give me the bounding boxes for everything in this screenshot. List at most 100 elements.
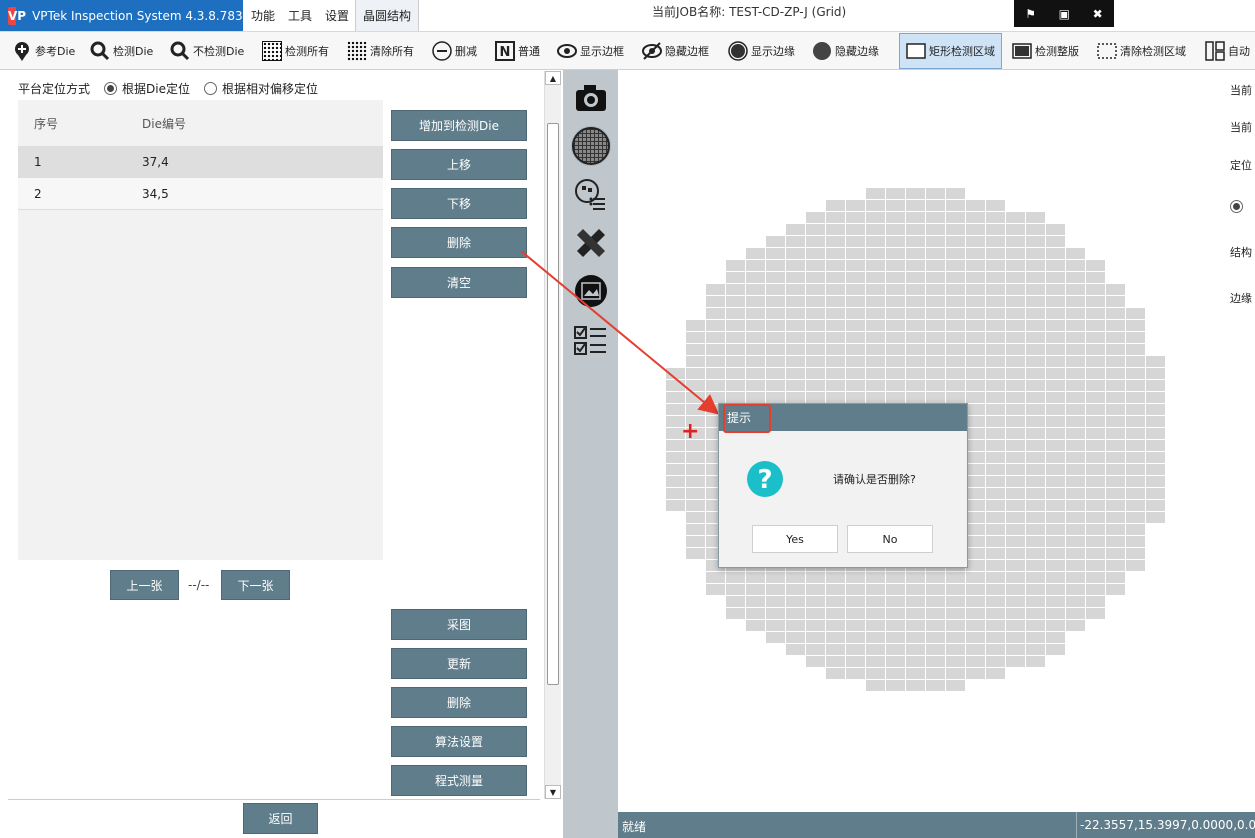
- die-cell[interactable]: [766, 608, 785, 619]
- die-cell[interactable]: [966, 476, 985, 487]
- die-cell[interactable]: [1026, 272, 1045, 283]
- die-cell[interactable]: [926, 392, 945, 403]
- die-cell[interactable]: [686, 332, 705, 343]
- die-cell[interactable]: [866, 656, 885, 667]
- die-cell[interactable]: [826, 620, 845, 631]
- die-cell[interactable]: [866, 236, 885, 247]
- die-cell[interactable]: [1086, 596, 1105, 607]
- die-cell[interactable]: [1066, 260, 1085, 271]
- die-cell[interactable]: [1106, 440, 1125, 451]
- die-cell[interactable]: [826, 332, 845, 343]
- die-cell[interactable]: [1006, 560, 1025, 571]
- die-cell[interactable]: [966, 260, 985, 271]
- die-cell[interactable]: [846, 668, 865, 679]
- die-cell[interactable]: [946, 344, 965, 355]
- die-cell[interactable]: [966, 380, 985, 391]
- die-cell[interactable]: [986, 608, 1005, 619]
- die-cell[interactable]: [1006, 272, 1025, 283]
- die-cell[interactable]: [986, 632, 1005, 643]
- die-cell[interactable]: [926, 572, 945, 583]
- die-cell[interactable]: [806, 392, 825, 403]
- die-cell[interactable]: [906, 272, 925, 283]
- die-cell[interactable]: [1066, 356, 1085, 367]
- die-cell[interactable]: [846, 308, 865, 319]
- die-cell[interactable]: [926, 656, 945, 667]
- die-cell[interactable]: [966, 296, 985, 307]
- die-cell[interactable]: [906, 608, 925, 619]
- scroll-up-arrow-icon[interactable]: ▲: [545, 71, 561, 85]
- left-scrollbar[interactable]: ▲ ▼: [544, 71, 561, 799]
- die-cell[interactable]: [846, 344, 865, 355]
- die-cell[interactable]: [826, 344, 845, 355]
- die-cell[interactable]: [946, 188, 965, 199]
- die-cell[interactable]: [926, 260, 945, 271]
- die-cell[interactable]: [826, 656, 845, 667]
- camera-icon[interactable]: [571, 78, 611, 118]
- die-cell[interactable]: [1066, 464, 1085, 475]
- die-cell[interactable]: [1026, 380, 1045, 391]
- die-cell[interactable]: [1006, 236, 1025, 247]
- die-cell[interactable]: [1106, 320, 1125, 331]
- die-cell[interactable]: [806, 356, 825, 367]
- die-cell[interactable]: [986, 200, 1005, 211]
- die-cell[interactable]: [1006, 572, 1025, 583]
- die-cell[interactable]: [766, 620, 785, 631]
- die-cell[interactable]: [686, 512, 705, 523]
- die-cell[interactable]: [1026, 596, 1045, 607]
- die-cell[interactable]: [1146, 368, 1165, 379]
- yes-button[interactable]: Yes: [752, 525, 838, 553]
- die-cell[interactable]: [1026, 560, 1045, 571]
- die-cell[interactable]: [1026, 584, 1045, 595]
- die-cell[interactable]: [786, 596, 805, 607]
- die-cell[interactable]: [866, 584, 885, 595]
- die-cell[interactable]: [966, 488, 985, 499]
- die-cell[interactable]: [906, 680, 925, 691]
- update-button[interactable]: 更新: [391, 648, 527, 679]
- die-cell[interactable]: [1126, 308, 1145, 319]
- capture-button[interactable]: 采图: [391, 609, 527, 640]
- die-cell[interactable]: [966, 524, 985, 535]
- die-cell[interactable]: [946, 224, 965, 235]
- die-cell[interactable]: [786, 380, 805, 391]
- die-cell[interactable]: [966, 344, 985, 355]
- die-cell[interactable]: [706, 380, 725, 391]
- die-cell[interactable]: [966, 392, 985, 403]
- die-cell[interactable]: [1086, 404, 1105, 415]
- die-cell[interactable]: [1046, 584, 1065, 595]
- show-edge-button[interactable]: 显示边缘: [728, 36, 795, 65]
- die-cell[interactable]: [766, 260, 785, 271]
- die-cell[interactable]: [726, 284, 745, 295]
- die-cell[interactable]: [806, 296, 825, 307]
- die-cell[interactable]: [1086, 440, 1105, 451]
- die-cell[interactable]: [666, 476, 685, 487]
- die-cell[interactable]: [986, 512, 1005, 523]
- die-cell[interactable]: [1126, 512, 1145, 523]
- next-page-button[interactable]: 下一张: [221, 570, 290, 600]
- normal-button[interactable]: N 普通: [495, 36, 540, 65]
- die-cell[interactable]: [686, 392, 705, 403]
- die-cell[interactable]: [1066, 560, 1085, 571]
- die-cell[interactable]: [926, 620, 945, 631]
- die-cell[interactable]: [1086, 512, 1105, 523]
- die-cell[interactable]: [826, 368, 845, 379]
- die-cell[interactable]: [1066, 620, 1085, 631]
- die-cell[interactable]: [806, 224, 825, 235]
- die-cell[interactable]: [986, 668, 1005, 679]
- die-cell[interactable]: [1066, 380, 1085, 391]
- die-cell[interactable]: [1026, 488, 1045, 499]
- die-cell[interactable]: [806, 260, 825, 271]
- die-cell[interactable]: [806, 332, 825, 343]
- die-cell[interactable]: [1106, 428, 1125, 439]
- die-cell[interactable]: [866, 368, 885, 379]
- die-cell[interactable]: [946, 308, 965, 319]
- die-cell[interactable]: [1046, 296, 1065, 307]
- die-cell[interactable]: [1126, 344, 1145, 355]
- die-cell[interactable]: [706, 584, 725, 595]
- die-cell[interactable]: [1126, 500, 1145, 511]
- die-cell[interactable]: [886, 236, 905, 247]
- die-cell[interactable]: [1046, 476, 1065, 487]
- die-cell[interactable]: [866, 212, 885, 223]
- die-cell[interactable]: [1146, 416, 1165, 427]
- die-cell[interactable]: [986, 440, 1005, 451]
- die-cell[interactable]: [1086, 332, 1105, 343]
